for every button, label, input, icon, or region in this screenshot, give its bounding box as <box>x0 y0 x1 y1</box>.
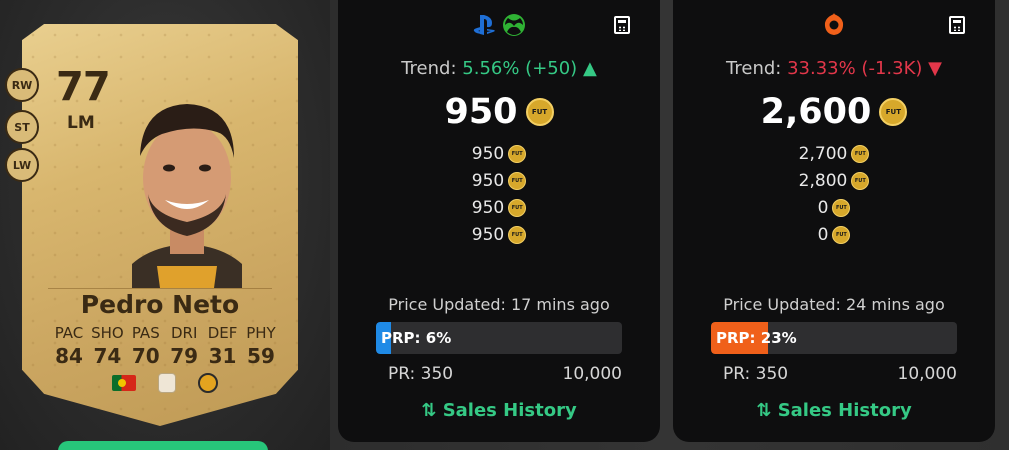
price-range-min: PR: 350 <box>723 364 789 384</box>
calculator-icon[interactable] <box>949 16 965 34</box>
xbox-icon <box>503 14 525 36</box>
alt-position-rw[interactable]: RW <box>5 68 39 102</box>
other-price-row: 950 FUT <box>338 167 660 194</box>
stat-label-pac: PAC <box>54 324 84 342</box>
other-price-value: 950 <box>471 143 505 164</box>
sales-history-label: Sales History <box>777 400 912 421</box>
playstation-icon <box>473 15 495 35</box>
coin-icon: FUT <box>508 144 527 163</box>
other-price-value: 2,700 <box>798 143 848 164</box>
other-price-value: 0 <box>817 197 829 218</box>
other-price-row: 2,700 FUT <box>673 140 995 167</box>
stat-label-sho: SHO <box>91 324 124 342</box>
console-price-panel: Trend: 5.56% (+50) ▲ 950 FUT 950 FUT 950 F… <box>338 0 660 442</box>
card-divider <box>48 288 272 289</box>
other-price-value: 0 <box>817 224 829 245</box>
other-price-row: 0 FUT <box>673 194 995 221</box>
other-price-value: 950 <box>471 197 505 218</box>
portugal-flag-icon <box>112 375 136 391</box>
stat-label-phy: PHY <box>246 324 276 342</box>
coin-icon: FUT <box>851 144 870 163</box>
other-price-row: 0 FUT <box>673 221 995 248</box>
trend-label: Trend: <box>726 58 782 79</box>
sort-arrows-icon: ⇅ <box>756 400 772 421</box>
platform-icons <box>673 12 995 38</box>
alt-position-st[interactable]: ST <box>5 110 39 144</box>
coin-icon: FUT <box>832 198 851 217</box>
coin-icon: FUT <box>525 98 554 126</box>
price-range: PR: 350 10,000 <box>388 364 622 384</box>
trend-value: 5.56% (+50) <box>462 58 578 79</box>
stat-value-def: 31 <box>208 344 237 368</box>
prp-label: PRP: 23% <box>716 329 797 347</box>
coin-icon: FUT <box>508 225 527 244</box>
sales-history-label: Sales History <box>442 400 577 421</box>
sales-history-link[interactable]: ⇅ Sales History <box>338 400 660 421</box>
trend-value: 33.33% (-1.3K) <box>787 58 923 79</box>
trend-label: Trend: <box>401 58 457 79</box>
player-photo <box>132 104 242 288</box>
trend-text: Trend: 5.56% (+50) ▲ <box>338 58 660 79</box>
price-range-max: 10,000 <box>562 364 622 384</box>
sales-history-link[interactable]: ⇅ Sales History <box>673 400 995 421</box>
other-prices-list: 2,700 FUT 2,800 FUT 0 FUT 0 FUT <box>673 140 995 248</box>
stat-value-phy: 59 <box>247 344 275 368</box>
other-prices-list: 950 FUT 950 FUT 950 FUT 950 FUT <box>338 140 660 248</box>
coin-icon: FUT <box>832 225 851 244</box>
stat-label-dri: DRI <box>170 324 198 342</box>
green-action-button[interactable] <box>58 441 268 450</box>
other-price-row: 950 FUT <box>338 221 660 248</box>
main-price-value: 2,600 <box>760 92 872 132</box>
other-price-value: 2,800 <box>798 170 848 191</box>
alt-position-lw[interactable]: LW <box>5 148 39 182</box>
coin-icon: FUT <box>508 171 527 190</box>
other-price-row: 950 FUT <box>338 140 660 167</box>
stat-values: 84 74 70 79 31 59 <box>50 344 280 368</box>
other-price-row: 2,800 FUT <box>673 167 995 194</box>
prp-bar: PRP: 6% <box>376 322 622 354</box>
price-updated: Price Updated: 17 mins ago <box>388 295 610 314</box>
player-position: LM <box>67 113 95 133</box>
stat-value-pac: 84 <box>55 344 83 368</box>
stat-value-dri: 79 <box>170 344 199 368</box>
prp-label: PRP: 6% <box>381 329 452 347</box>
stat-value-sho: 74 <box>93 344 122 368</box>
pc-price-panel: Trend: 33.33% (-1.3K) ▼ 2,600 FUT 2,700 F… <box>673 0 995 442</box>
trend-up-icon: ▲ <box>582 58 597 79</box>
stat-label-def: DEF <box>207 324 238 342</box>
price-range-min: PR: 350 <box>388 364 454 384</box>
trend-text: Trend: 33.33% (-1.3K) ▼ <box>673 58 995 79</box>
price-range-max: 10,000 <box>897 364 957 384</box>
sort-arrows-icon: ⇅ <box>421 400 437 421</box>
wolves-crest-icon <box>198 373 218 393</box>
coin-icon: FUT <box>508 198 527 217</box>
prp-bar: PRP: 23% <box>711 322 957 354</box>
origin-icon <box>824 13 844 35</box>
main-price-value: 950 <box>444 92 518 132</box>
trend-down-icon: ▼ <box>928 58 942 79</box>
price-updated: Price Updated: 24 mins ago <box>723 295 945 314</box>
premier-league-icon <box>158 373 176 393</box>
calculator-icon[interactable] <box>614 16 630 34</box>
main-price: 950 FUT <box>338 92 660 132</box>
player-rating: 77 <box>56 64 111 110</box>
coin-icon: FUT <box>851 171 870 190</box>
other-price-row: 950 FUT <box>338 194 660 221</box>
stat-labels: PAC SHO PAS DRI DEF PHY <box>50 324 280 342</box>
coin-icon: FUT <box>879 98 908 126</box>
stat-value-pas: 70 <box>131 344 160 368</box>
price-range: PR: 350 10,000 <box>723 364 957 384</box>
platform-icons <box>338 12 660 38</box>
other-price-value: 950 <box>471 170 505 191</box>
other-price-value: 950 <box>471 224 505 245</box>
main-price: 2,600 FUT <box>673 92 995 132</box>
card-badges <box>112 373 218 393</box>
stat-label-pas: PAS <box>131 324 160 342</box>
player-name: Pedro Neto <box>80 290 240 319</box>
